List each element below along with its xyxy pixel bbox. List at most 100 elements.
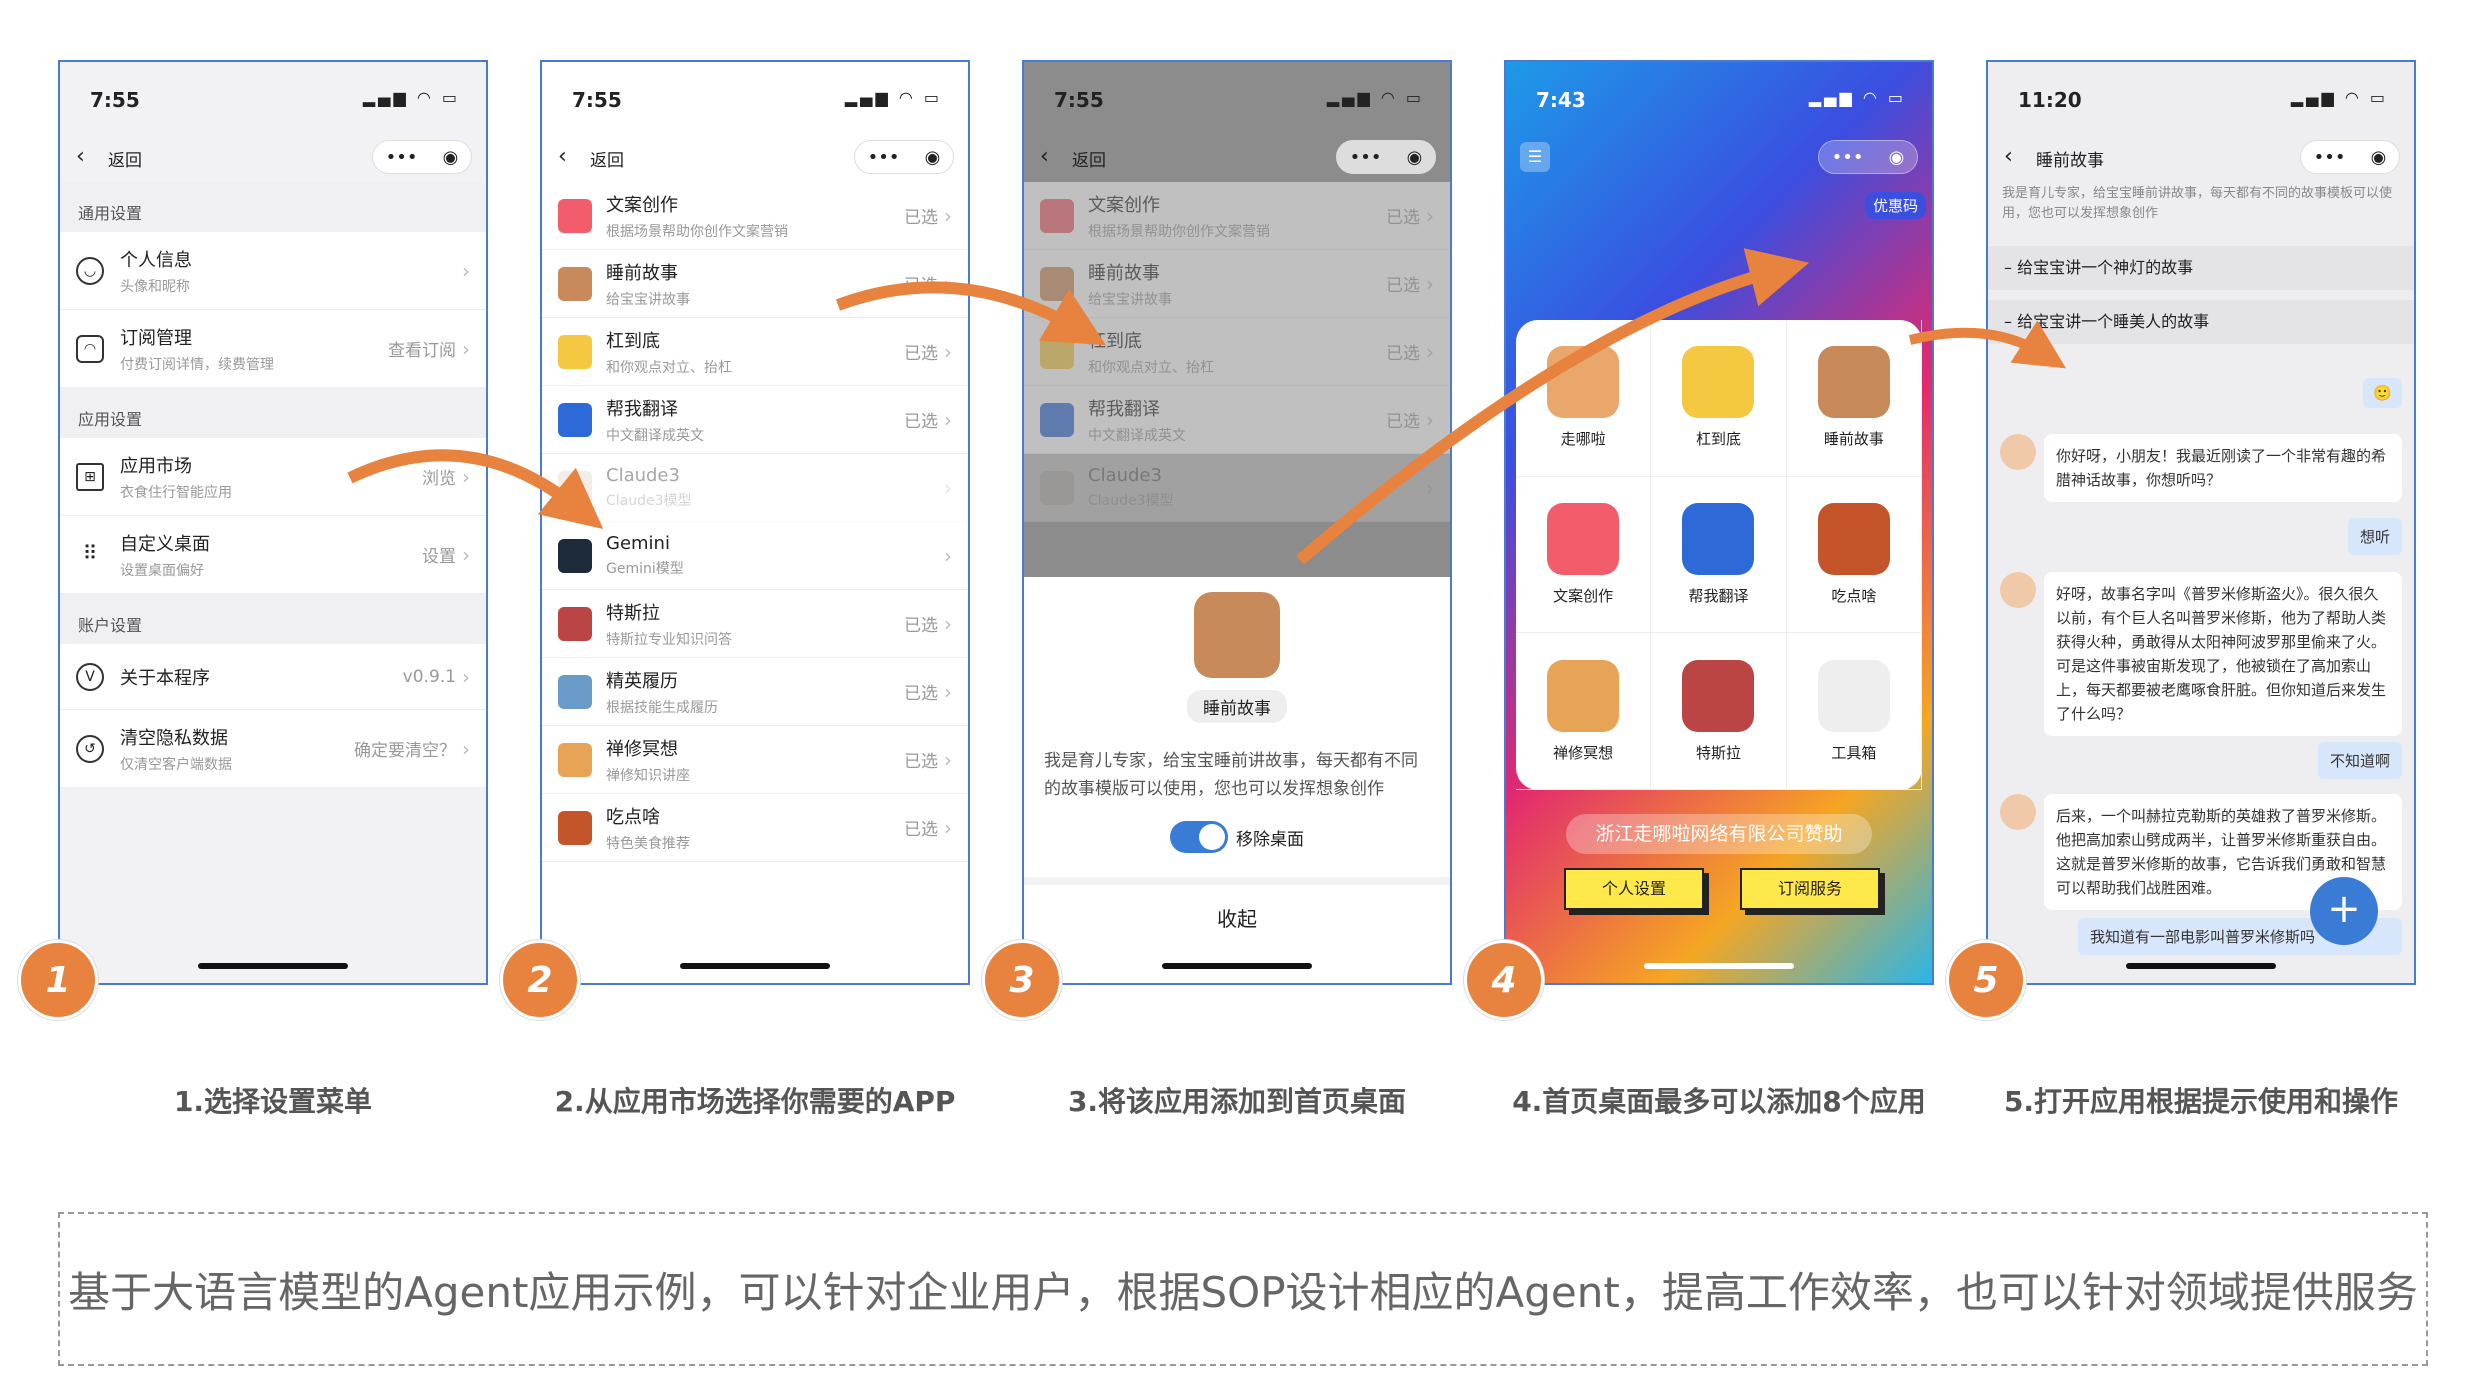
home-indicator: [1644, 963, 1794, 969]
target-icon[interactable]: ◉: [925, 147, 941, 168]
app-icon: [1040, 266, 1074, 301]
back-chevron-icon[interactable]: ‹: [558, 144, 567, 169]
row-value: 浏览: [422, 469, 456, 489]
desktop-app[interactable]: 杠到底: [1651, 320, 1787, 477]
signal-wifi-battery-icon: ▂▄▆ ◠ ▭: [1808, 88, 1906, 107]
app-row[interactable]: Claude3 Claude3模型 ›: [1024, 454, 1450, 522]
home-indicator: [198, 963, 348, 969]
app-row[interactable]: 睡前故事 给宝宝讲故事 已选 ›: [1024, 250, 1450, 318]
row-sub: 付费订阅详情，续费管理: [120, 356, 274, 373]
app-sub: 禅修知识讲座: [606, 767, 690, 784]
app-label: 吃点啥: [1831, 586, 1877, 605]
app-sub: 特斯拉专业知识问答: [606, 631, 732, 648]
more-icon[interactable]: •••: [1350, 147, 1382, 168]
capsule-menu[interactable]: ••• ◉: [2300, 140, 2400, 174]
row-sub: 设置桌面偏好: [120, 562, 204, 579]
app-row[interactable]: Claude3 Claude3模型 ›: [542, 454, 968, 522]
nav-bar: ‹ 返回 ••• ◉: [60, 132, 486, 182]
capsule-menu[interactable]: ••• ◉: [854, 140, 954, 174]
chevron-right-icon: ›: [1426, 475, 1434, 500]
desktop-app[interactable]: 帮我翻译: [1651, 476, 1787, 634]
capsule-menu[interactable]: ••• ◉: [1818, 140, 1918, 174]
app-label: 特斯拉: [1695, 743, 1741, 762]
target-icon[interactable]: ◉: [2371, 147, 2387, 168]
phone-home-desktop: 7:43 ▂▄▆ ◠ ▭ ☰ ••• ◉ 优惠码 走哪啦 杠到底 睡前故事 文案创作 帮我翻译…: [1504, 60, 1934, 985]
target-icon[interactable]: ◉: [443, 147, 459, 168]
desktop-app[interactable]: 走哪啦: [1516, 320, 1652, 477]
capsule-menu[interactable]: ••• ◉: [1336, 140, 1436, 174]
back-chevron-icon[interactable]: ‹: [1040, 144, 1049, 169]
row-value: v0.9.1: [402, 666, 456, 687]
step-caption: 4.首页桌面最多可以添加8个应用: [1512, 1085, 1926, 1118]
app-label: 工具箱: [1831, 743, 1877, 762]
status-bar: 7:55 ▂▄▆ ◠ ▭: [60, 62, 486, 132]
desktop-app[interactable]: 文案创作: [1516, 476, 1652, 634]
add-fab-icon[interactable]: +: [2310, 877, 2378, 945]
row-clear-data[interactable]: ↺ 清空隐私数据 仅清空客户端数据 确定要清空？ ›: [60, 710, 486, 788]
desktop-app[interactable]: 吃点啥: [1786, 476, 1922, 634]
app-label: 帮我翻译: [1688, 586, 1749, 605]
app-title: 吃点啥: [606, 806, 660, 828]
app-row[interactable]: 吃点啥 特色美食推荐 已选 ›: [542, 794, 968, 862]
target-icon[interactable]: ◉: [1407, 147, 1423, 168]
row-title: 关于本程序: [120, 667, 210, 689]
phone-app-market: 7:55 ▂▄▆ ◠ ▭ ‹ 返回 ••• ◉ 文案创作 根据场景帮助你创作文案营销 已选 ›…: [540, 60, 970, 985]
row-value: 设置: [422, 547, 456, 567]
desktop-app[interactable]: 工具箱: [1786, 633, 1922, 790]
more-icon[interactable]: •••: [2314, 147, 2346, 168]
desktop-app[interactable]: 禅修冥想: [1516, 633, 1652, 790]
app-row[interactable]: Gemini Gemini模型 ›: [542, 522, 968, 590]
back-label[interactable]: 返回: [1072, 146, 1106, 171]
chevron-right-icon: ›: [944, 475, 952, 500]
more-icon[interactable]: •••: [1832, 147, 1864, 168]
prompt-suggestion[interactable]: – 给宝宝讲一个神灯的故事: [1988, 246, 2414, 290]
back-chevron-icon[interactable]: ‹: [76, 144, 85, 169]
app-status: 已选: [904, 276, 938, 296]
app-title: 文案创作: [1088, 194, 1160, 216]
back-label[interactable]: 返回: [108, 146, 142, 171]
collapse-button[interactable]: 收起: [1024, 877, 1450, 932]
app-sub: 中文翻译成英文: [606, 427, 704, 444]
row-about[interactable]: V 关于本程序 v0.9.1 ›: [60, 644, 486, 710]
remove-desktop-toggle[interactable]: [1170, 821, 1228, 853]
signal-wifi-battery-icon: ▂▄▆ ◠ ▭: [1326, 88, 1424, 107]
toggle-row: 移除桌面: [1024, 821, 1450, 853]
app-status: 已选: [904, 344, 938, 364]
desktop-app[interactable]: 特斯拉: [1651, 633, 1787, 790]
app-row[interactable]: 文案创作 根据场景帮助你创作文案营销 已选 ›: [1024, 182, 1450, 250]
app-row[interactable]: 帮我翻译 中文翻译成英文 已选 ›: [1024, 386, 1450, 454]
app-row[interactable]: 特斯拉 特斯拉专业知识问答 已选 ›: [542, 590, 968, 658]
subscription-button[interactable]: 订阅服务: [1740, 868, 1880, 910]
capsule-menu[interactable]: ••• ◉: [372, 140, 472, 174]
row-subscription[interactable]: ◠ 订阅管理 付费订阅详情，续费管理 查看订阅 ›: [60, 310, 486, 388]
app-row[interactable]: 禅修冥想 禅修知识讲座 已选 ›: [542, 726, 968, 794]
app-icon: [558, 606, 592, 641]
app-sub: 给宝宝讲故事: [606, 291, 690, 308]
status-time: 7:55: [90, 88, 140, 112]
desktop-app[interactable]: 睡前故事: [1786, 320, 1922, 477]
chevron-right-icon: ›: [462, 542, 470, 567]
app-row[interactable]: 精英履历 根据技能生成履历 已选 ›: [542, 658, 968, 726]
row-profile[interactable]: ◡ 个人信息 头像和昵称 ›: [60, 232, 486, 310]
app-row[interactable]: 睡前故事 给宝宝讲故事 已选 ›: [542, 250, 968, 318]
app-row[interactable]: 杠到底 和你观点对立、抬杠 已选 ›: [1024, 318, 1450, 386]
menu-icon[interactable]: ☰: [1520, 142, 1550, 172]
more-icon[interactable]: •••: [868, 147, 900, 168]
grid-plus-icon: ⊞: [76, 462, 104, 491]
row-sub: 头像和昵称: [120, 278, 190, 295]
app-icon: [558, 402, 592, 437]
app-row[interactable]: 帮我翻译 中文翻译成英文 已选 ›: [542, 386, 968, 454]
back-chevron-icon[interactable]: ‹: [2004, 144, 2013, 169]
row-app-market[interactable]: ⊞ 应用市场 衣食住行智能应用 浏览 ›: [60, 438, 486, 516]
target-icon[interactable]: ◉: [1889, 147, 1905, 168]
prompt-suggestion[interactable]: – 给宝宝讲一个睡美人的故事: [1988, 300, 2414, 344]
back-label[interactable]: 返回: [590, 146, 624, 171]
bot-message: 你好呀，小朋友！我最近刚读了一个非常有趣的希腊神话故事，你想听吗？: [2044, 434, 2402, 502]
app-row[interactable]: 文案创作 根据场景帮助你创作文案营销 已选 ›: [542, 182, 968, 250]
coupon-badge[interactable]: 优惠码: [1864, 192, 1926, 219]
more-icon[interactable]: •••: [386, 147, 418, 168]
row-custom-desktop[interactable]: ⠿ 自定义桌面 设置桌面偏好 设置 ›: [60, 516, 486, 594]
personal-settings-button[interactable]: 个人设置: [1564, 868, 1704, 910]
app-row[interactable]: 杠到底 和你观点对立、抬杠 已选 ›: [542, 318, 968, 386]
home-indicator: [2126, 963, 2276, 969]
